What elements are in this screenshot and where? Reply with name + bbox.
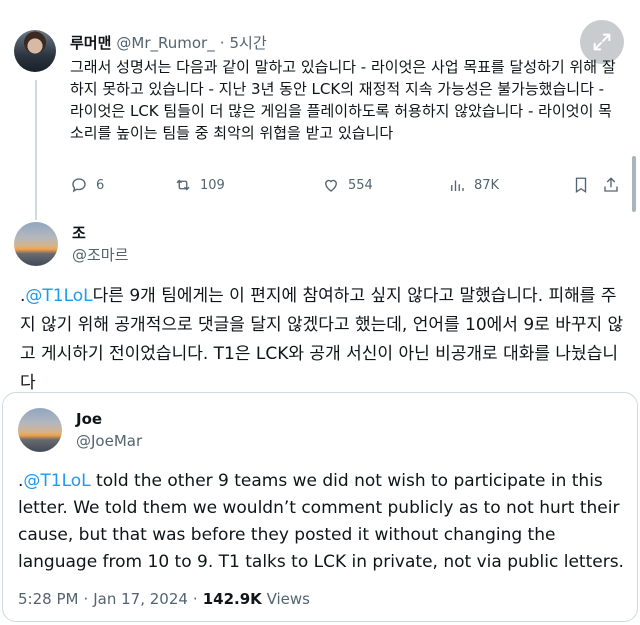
separator: ·	[219, 34, 225, 52]
views-button[interactable]: 87K	[448, 176, 499, 194]
bookmark-icon	[575, 177, 587, 194]
display-name[interactable]: 루머맨	[70, 32, 111, 53]
separator: ·	[83, 590, 89, 608]
share-icon	[604, 177, 618, 192]
tweet-text-body: 다른 9개 팀에게는 이 편지에 참여하고 싶지 않다고 말했습니다. 피해를 …	[20, 286, 624, 393]
retweet-icon	[176, 179, 190, 191]
user-handle[interactable]: @조마르	[72, 244, 128, 265]
reply-count: 6	[96, 177, 105, 193]
like-button[interactable]: 554	[322, 176, 373, 194]
like-count: 554	[348, 177, 373, 193]
tweet-text: .@T1LoL다른 9개 팀에게는 이 편지에 참여하고 싶지 않다고 말했습니…	[20, 282, 630, 398]
reply-icon	[72, 178, 86, 193]
post-date[interactable]: Jan 17, 2024	[93, 590, 188, 608]
views-stat[interactable]: 142.9K Views	[203, 590, 310, 608]
tweet-text-body: told the other 9 teams we did not wish t…	[18, 471, 624, 572]
user-handle[interactable]: @JoeMar	[76, 432, 142, 450]
user-handle[interactable]: @Mr_Rumor_	[116, 34, 214, 52]
views-count: 142.9K	[202, 590, 262, 608]
view-count: 87K	[474, 177, 500, 193]
action-bar: 6 109 554 87K	[70, 176, 618, 198]
share-button[interactable]	[602, 176, 620, 194]
tweet-text: .@T1LoL told the other 9 teams we did no…	[18, 468, 628, 576]
views-label: Views	[266, 590, 310, 608]
mention-link[interactable]: @T1LoL	[23, 471, 90, 491]
views-icon	[451, 180, 464, 191]
tweet-meta: 5:28 PM · Jan 17, 2024 · 142.9K Views	[18, 590, 310, 608]
mention-link[interactable]: @T1LoL	[25, 286, 92, 306]
tweet-header: 루머맨 @Mr_Rumor_ · 5시간	[70, 32, 267, 53]
bookmark-button[interactable]	[572, 176, 590, 194]
retweet-count: 109	[200, 177, 225, 193]
reply-button[interactable]: 6	[70, 176, 104, 194]
tweet-text: 그래서 성명서는 다음과 같이 말하고 있습니다 - 라이엇은 사업 목표를 달…	[70, 58, 616, 142]
thread-line	[35, 80, 37, 220]
avatar[interactable]	[18, 408, 62, 452]
avatar[interactable]	[14, 30, 56, 72]
expand-icon	[593, 33, 611, 51]
display-name[interactable]: 조	[72, 222, 86, 243]
post-time[interactable]: 5:28 PM	[18, 590, 78, 608]
like-icon	[325, 179, 337, 192]
display-name[interactable]: Joe	[76, 410, 102, 428]
avatar[interactable]	[14, 222, 58, 266]
retweet-button[interactable]: 109	[174, 176, 225, 194]
separator: ·	[192, 590, 198, 608]
scrollbar-thumb[interactable]	[632, 156, 636, 212]
timestamp[interactable]: 5시간	[230, 32, 267, 53]
